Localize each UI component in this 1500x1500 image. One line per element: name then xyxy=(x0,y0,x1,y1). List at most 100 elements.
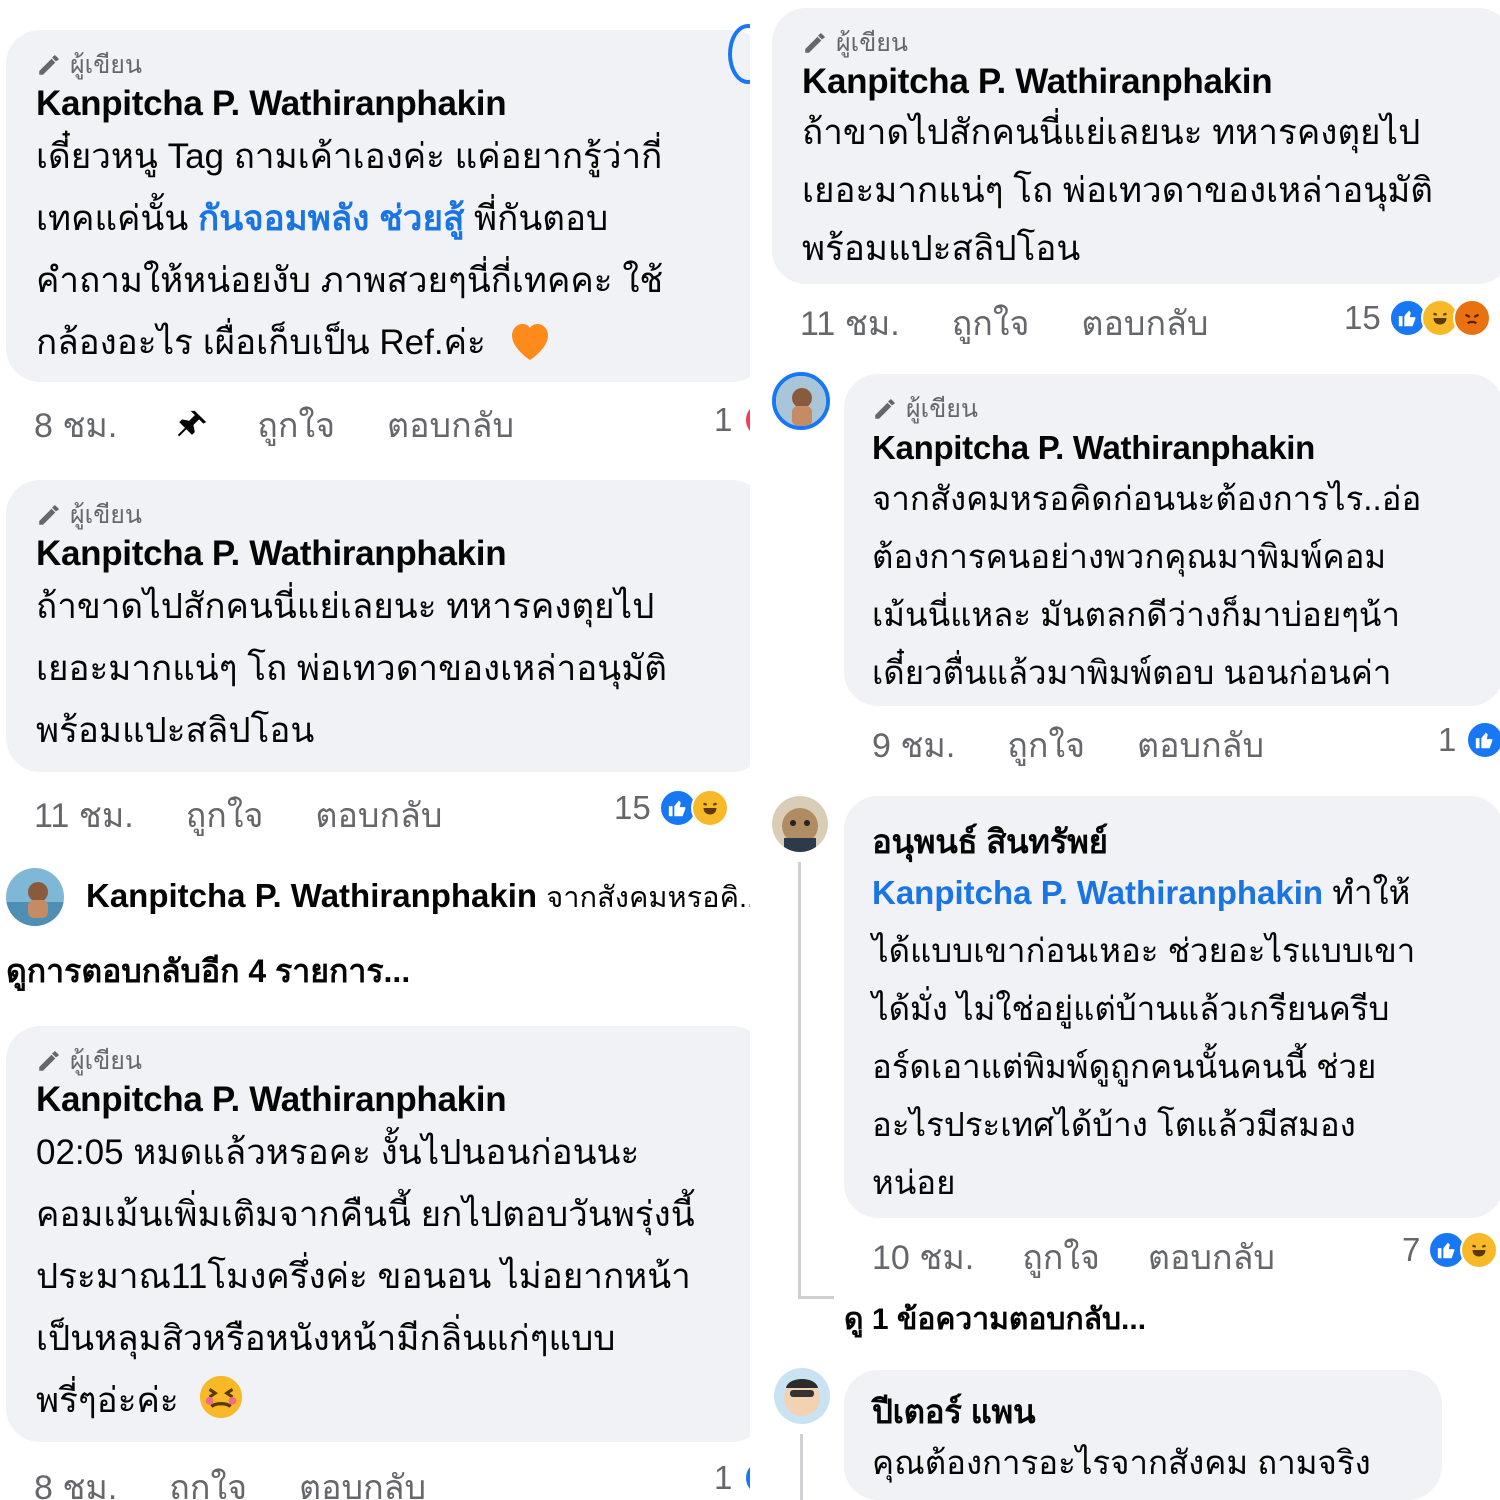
commenter-name[interactable]: ปีเตอร์ แพน xyxy=(872,1390,1414,1434)
thread-line xyxy=(798,862,801,1298)
comment-bubble: ผู้เขียน Kanpitcha P. Wathiranphakin 02:… xyxy=(6,1026,750,1442)
pencil-icon xyxy=(875,399,895,419)
view-more-replies-link[interactable]: ดูการตอบกลับอีก 4 รายการ... xyxy=(6,946,410,997)
pin-icon xyxy=(178,410,207,437)
reaction-count: 1 xyxy=(1438,721,1457,758)
view-replies-link[interactable]: ดู 1 ข้อความตอบกลับ... xyxy=(844,1296,1146,1343)
commenter-name[interactable]: Kanpitcha P. Wathiranphakin xyxy=(36,82,738,126)
like-button[interactable]: ถูกใจ xyxy=(952,296,1030,350)
comment-line: 02:05 หมดแล้วหรอคะ งั้นไปนอนก่อนนะ xyxy=(36,1133,640,1172)
mention-link[interactable]: กันจอมพลัง ช่วยสู้ xyxy=(198,199,464,238)
like-button[interactable]: ถูกใจ xyxy=(1007,718,1085,772)
like-button[interactable]: ถูกใจ xyxy=(186,788,264,842)
timestamp[interactable]: 9 ชม. xyxy=(872,718,955,772)
reaction-count: 15 xyxy=(1344,299,1381,336)
comment-actions: 8 ชม. ถูกใจ ตอบกลับ xyxy=(34,400,514,450)
angry-reaction-icon xyxy=(1452,299,1491,337)
author-badge-label: ผู้เขียน xyxy=(70,501,143,529)
comment-fragment: พรี่ๆอ่ะค่ะ xyxy=(36,1381,179,1420)
pencil-icon xyxy=(39,55,59,75)
commenter-name[interactable]: Kanpitcha P. Wathiranphakin xyxy=(872,426,1476,470)
reply-button[interactable]: ตอบกลับ xyxy=(387,398,514,452)
pencil-icon xyxy=(39,505,59,525)
comment-text: ถ้าขาดไปสักคนนี่แย่เลยนะ ทหารคงตุยไป เยอ… xyxy=(802,104,1484,278)
reaction-count: 1 xyxy=(714,401,733,438)
timestamp[interactable]: 11 ชม. xyxy=(34,788,134,842)
timestamp[interactable]: 8 ชม. xyxy=(34,1460,117,1500)
comment-fragment: เทคแค่นั้น xyxy=(36,199,198,238)
comment-line: ถ้าขาดไปสักคนนี่แย่เลยนะ ทหารคงตุยไป xyxy=(802,113,1421,152)
timestamp[interactable]: 10 ชม. xyxy=(872,1230,974,1284)
reply-button[interactable]: ตอบกลับ xyxy=(1148,1230,1275,1284)
pencil-icon xyxy=(805,33,825,53)
reply-button[interactable]: ตอบกลับ xyxy=(299,1460,426,1500)
pencil-icon xyxy=(39,1051,59,1071)
reply-button[interactable]: ตอบกลับ xyxy=(315,788,442,842)
comment-line: เยอะมากแน่ๆ โถ พ่อเทวดาของเหล่าอนุมัติ xyxy=(36,649,668,688)
comment-bubble: ผู้เขียน Kanpitcha P. Wathiranphakin ถ้า… xyxy=(6,480,750,772)
haha-reaction-icon xyxy=(690,789,729,827)
comment-actions: 11 ชม. ถูกใจ ตอบกลับ xyxy=(800,298,1208,348)
reply-button[interactable]: ตอบกลับ xyxy=(1081,296,1208,350)
like-button[interactable]: ถูกใจ xyxy=(257,398,335,452)
avatar[interactable] xyxy=(772,796,828,852)
reaction-summary[interactable]: 1 xyxy=(1438,718,1500,762)
thread-line xyxy=(798,1296,834,1299)
reaction-summary[interactable]: 1 xyxy=(714,1456,750,1500)
timestamp[interactable]: 8 ชม. xyxy=(34,398,117,452)
comment-line: อร์ดเอาแต่พิมพ์ดูถูกคนนั้นคนนี้ ช่วย xyxy=(872,1048,1377,1085)
comment-line: เม้นนี่แหละ มันตลกดีว่างก็มาบ่อยๆน้า xyxy=(872,596,1401,633)
comment-fragment: กล้องอะไร เผื่อเก็บเป็น Ref.ค่ะ xyxy=(36,323,486,362)
author-badge: ผู้เขียน xyxy=(36,48,738,82)
comment-line: ได้แบบเขาก่อนเหอะ ช่วยอะไรแบบเขา xyxy=(872,932,1416,969)
author-badge: ผู้เขียน xyxy=(802,26,1484,60)
comment-text: Kanpitcha P. Wathiranphakin ทำให้ ได้แบบ… xyxy=(872,864,1476,1212)
comment-line: เป็นหลุมสิวหรือหนังหน้ามีกลิ่นแก่ๆแบบ xyxy=(36,1319,616,1358)
comment-line: พร้อมแปะสลิปโอน xyxy=(802,229,1081,268)
timestamp[interactable]: 11 ชม. xyxy=(800,296,900,350)
commenter-name[interactable]: Kanpitcha P. Wathiranphakin xyxy=(802,60,1484,104)
comment-line: เดี๋ยวตื่นแล้วมาพิมพ์ตอบ นอนก่อนค่า xyxy=(872,654,1392,691)
comment-line: พร้อมแปะสลิปโอน xyxy=(36,711,315,750)
author-badge: ผู้เขียน xyxy=(36,498,738,532)
comment-line: เดี๋ยวหนู Tag ถามเค้าเองค่ะ แค่อยากรู้ว่… xyxy=(36,137,663,176)
comment-bubble: ปีเตอร์ แพน คุณต้องการอะไรจากสังคม ถามจร… xyxy=(844,1370,1442,1500)
panel-divider xyxy=(750,0,758,1500)
comment-line: กล้องอะไร เผื่อเก็บเป็น Ref.ค่ะ xyxy=(36,312,738,374)
commenter-name[interactable]: Kanpitcha P. Wathiranphakin xyxy=(36,1078,738,1122)
right-panel: ผู้เขียน Kanpitcha P. Wathiranphakin ถ้า… xyxy=(758,0,1500,1500)
reaction-count: 1 xyxy=(714,1459,733,1496)
avatar[interactable] xyxy=(772,372,830,430)
comment-line: ได้มั่ง ไม่ใช่อยู่แต่บ้านแล้วเกรียนครีบ xyxy=(872,990,1390,1027)
commenter-name[interactable]: อนุพนธ์ สินทรัพย์ xyxy=(872,820,1476,864)
avatar[interactable] xyxy=(6,868,64,926)
comment-line: เยอะมากแน่ๆ โถ พ่อเทวดาของเหล่าอนุมัติ xyxy=(802,171,1434,210)
author-badge-label: ผู้เขียน xyxy=(70,1047,143,1075)
like-button[interactable]: ถูกใจ xyxy=(1022,1230,1100,1284)
comment-line: คอมเม้นเพิ่มเติมจากคืนนี้ ยกไปตอบวันพรุ่… xyxy=(36,1195,695,1234)
comment-line: ประมาณ11โมงครึ่งค่ะ ขอนอน ไม่อยากหน้า xyxy=(36,1257,691,1296)
comment-actions: 8 ชม. ถูกใจ ตอบกลับ xyxy=(34,1462,426,1500)
like-button[interactable]: ถูกใจ xyxy=(169,1460,247,1500)
reaction-summary[interactable]: 1 xyxy=(714,398,750,442)
haha-reaction-icon xyxy=(1460,1231,1499,1269)
reply-preview-text: จากสังคมหรอคิ... xyxy=(546,882,750,914)
comment-text: เดี๋ยวหนู Tag ถามเค้าเองค่ะ แค่อยากรู้ว่… xyxy=(36,126,738,374)
reaction-summary[interactable]: 7 xyxy=(1402,1228,1499,1272)
comment-bubble: อนุพนธ์ สินทรัพย์ Kanpitcha P. Wathiranp… xyxy=(844,796,1500,1218)
comment-text: ถ้าขาดไปสักคนนี่แย่เลยนะ ทหารคงตุยไป เยอ… xyxy=(36,576,738,762)
avatar[interactable] xyxy=(774,1368,830,1424)
reaction-summary[interactable]: 15 xyxy=(1344,296,1491,340)
mention-link[interactable]: Kanpitcha P. Wathiranphakin xyxy=(872,874,1323,911)
reply-button[interactable]: ตอบกลับ xyxy=(1137,718,1264,772)
comment-bubble: ผู้เขียน Kanpitcha P. Wathiranphakin ถ้า… xyxy=(772,8,1500,284)
tired-face-icon xyxy=(200,1375,243,1419)
like-reaction-icon xyxy=(1466,721,1500,759)
reaction-summary[interactable]: 15 xyxy=(614,786,729,830)
reply-preview[interactable]: Kanpitcha P. Wathiranphakin จากสังคมหรอค… xyxy=(86,874,750,920)
comment-actions: 10 ชม. ถูกใจ ตอบกลับ xyxy=(872,1232,1275,1282)
author-badge: ผู้เขียน xyxy=(872,392,1476,426)
commenter-name[interactable]: Kanpitcha P. Wathiranphakin xyxy=(36,532,738,576)
orange-heart-icon xyxy=(511,324,548,360)
author-badge-label: ผู้เขียน xyxy=(836,29,909,57)
